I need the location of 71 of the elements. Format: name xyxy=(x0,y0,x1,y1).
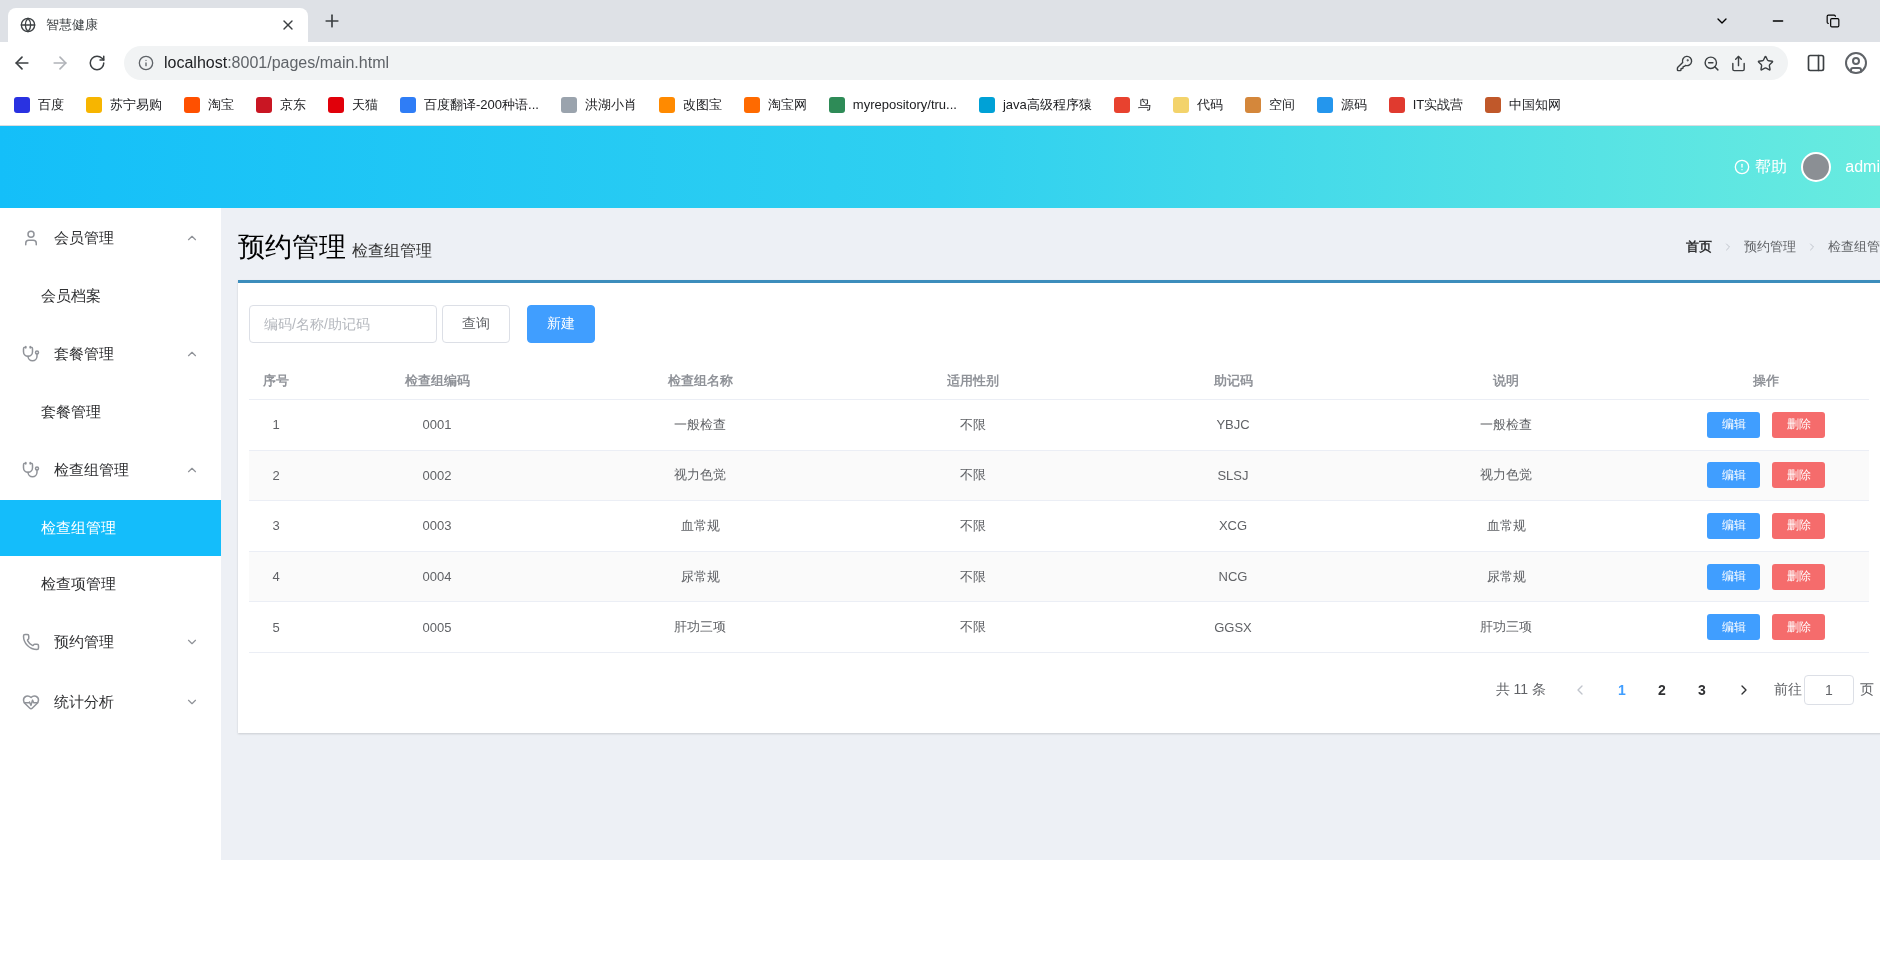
bookmark[interactable]: myrepository/tru... xyxy=(828,96,957,113)
menu-item[interactable]: 套餐管理 xyxy=(0,384,221,440)
breadcrumb-link[interactable]: 检查组管 xyxy=(1828,238,1880,256)
bookmark[interactable]: IT实战营 xyxy=(1388,95,1464,114)
bookmark[interactable]: 百度 xyxy=(14,95,64,114)
search-field[interactable]: 编码/名称/助记码 xyxy=(249,305,437,343)
bookmark[interactable]: 洪湖小肖 xyxy=(560,95,637,114)
bookmark[interactable]: 京东 xyxy=(256,95,306,114)
table-cell: NCG xyxy=(1117,551,1349,603)
breadcrumb-link[interactable]: 首页 xyxy=(1686,238,1712,256)
stethoscope-icon xyxy=(22,461,40,479)
browser-tab[interactable]: 智慧健康 xyxy=(8,8,308,42)
goto-label: 前往 xyxy=(1774,681,1802,700)
query-button[interactable]: 查询 xyxy=(442,305,510,343)
table-cell: 不限 xyxy=(829,551,1117,603)
table-cell: 视力色觉 xyxy=(1349,450,1663,502)
breadcrumb-link[interactable]: 预约管理 xyxy=(1744,238,1796,256)
menu-item[interactable]: 会员档案 xyxy=(0,268,221,324)
menu-group[interactable]: 统计分析 xyxy=(0,672,221,732)
table-cell: 0004 xyxy=(303,551,571,603)
zoom-out-icon[interactable] xyxy=(1703,54,1720,72)
side-panel-icon[interactable] xyxy=(1806,53,1826,73)
menu-group[interactable]: 会员管理 xyxy=(0,208,221,268)
key-icon[interactable] xyxy=(1676,54,1693,72)
phone-icon xyxy=(22,633,40,651)
total-count: 共 11 条 xyxy=(1495,681,1546,700)
bookmark[interactable]: 百度翻译-200种语... xyxy=(400,95,539,114)
page-title: 预约管理 检查组管理 xyxy=(238,231,432,264)
table-cell: 4 xyxy=(249,551,303,603)
person-icon xyxy=(22,229,40,247)
table-cell: 视力色觉 xyxy=(571,450,829,502)
page-unit: 页 xyxy=(1860,681,1874,700)
menu-group[interactable]: 套餐管理 xyxy=(0,324,221,384)
profile-icon[interactable] xyxy=(1844,51,1868,75)
page-subtitle: 检查组管理 xyxy=(352,242,432,259)
bookmark[interactable]: 源码 xyxy=(1316,95,1367,114)
avatar[interactable] xyxy=(1801,152,1832,182)
bookmark[interactable]: 苏宁易购 xyxy=(86,95,162,114)
url-text: localhost:8001/pages/main.html xyxy=(164,54,391,72)
bookmark[interactable]: 天猫 xyxy=(328,95,378,114)
bookmark[interactable]: 淘宝网 xyxy=(743,95,807,114)
menu-group[interactable]: 预约管理 xyxy=(0,612,221,672)
bookmark[interactable]: java高级程序猿 xyxy=(978,95,1092,114)
star-icon[interactable] xyxy=(1757,54,1774,72)
table-cell: 2 xyxy=(249,450,303,502)
table-cell: 尿常规 xyxy=(1349,551,1663,603)
restore-icon[interactable] xyxy=(1826,14,1840,28)
address-bar[interactable]: localhost:8001/pages/main.html xyxy=(124,46,1788,80)
page-number[interactable]: 2 xyxy=(1642,682,1682,699)
info-icon xyxy=(1734,159,1751,175)
bookmark[interactable]: 中国知网 xyxy=(1485,95,1562,114)
table-cell: 尿常规 xyxy=(571,551,829,603)
stethoscope-icon xyxy=(22,345,40,363)
bookmark[interactable]: 淘宝 xyxy=(184,95,234,114)
bookmark[interactable]: 鸟 xyxy=(1113,95,1151,114)
heart-pulse-icon xyxy=(22,693,40,711)
page-input[interactable]: 1 xyxy=(1804,675,1854,706)
table-cell: SLSJ xyxy=(1117,450,1349,502)
table-cell: 不限 xyxy=(829,450,1117,502)
menu-group[interactable]: 检查组管理 xyxy=(0,440,221,500)
table-cell: 0002 xyxy=(303,450,571,502)
bookmark[interactable]: 空间 xyxy=(1244,95,1295,114)
tab-title: 智慧健康 xyxy=(46,16,99,34)
menu-item[interactable]: 检查项管理 xyxy=(0,556,221,612)
share-icon[interactable] xyxy=(1730,54,1747,72)
bookmark[interactable]: 改图宝 xyxy=(658,95,722,114)
globe-icon xyxy=(20,17,36,33)
bookmark[interactable]: 代码 xyxy=(1172,95,1223,114)
info-icon xyxy=(138,55,154,71)
page-number[interactable]: 3 xyxy=(1682,682,1722,699)
reload-icon[interactable] xyxy=(88,54,106,72)
